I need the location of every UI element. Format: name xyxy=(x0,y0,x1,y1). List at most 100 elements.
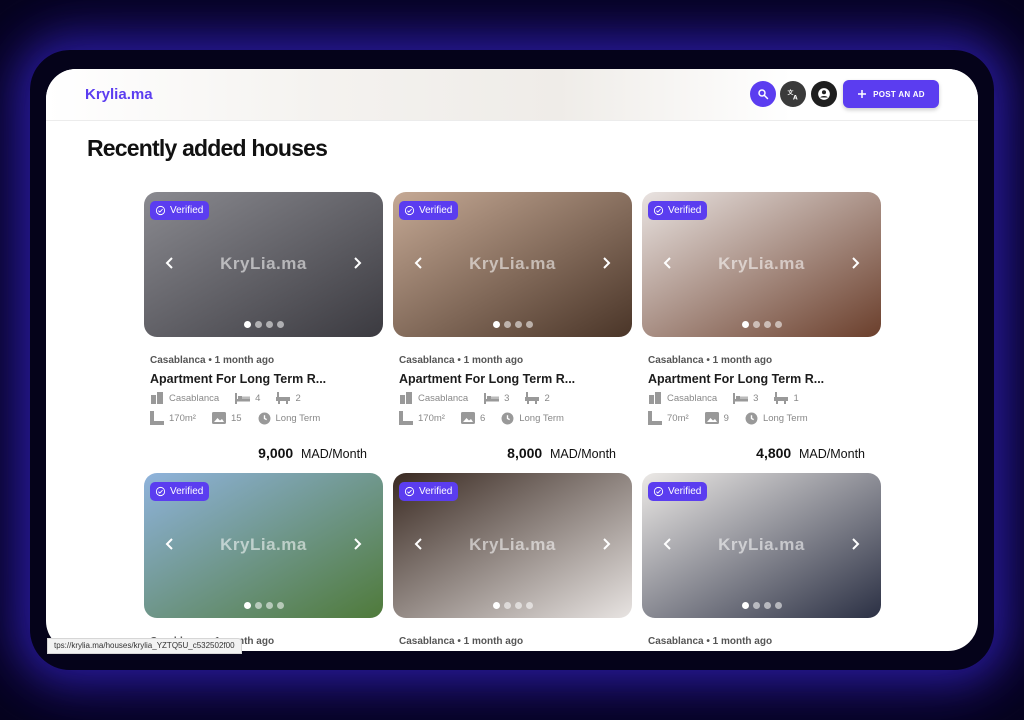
verified-badge: Verified xyxy=(648,201,708,220)
listing-photo[interactable]: Verified KryLia.ma xyxy=(642,192,881,337)
carousel-dot[interactable] xyxy=(276,321,284,328)
next-photo-arrow[interactable] xyxy=(851,256,861,275)
listing-area: 70m² xyxy=(667,412,689,424)
clock-icon xyxy=(501,412,514,424)
account-button[interactable] xyxy=(811,81,837,107)
ruler-icon xyxy=(399,411,413,425)
listing-card[interactable]: VerifiedKryLia.maCasablanca • 1 month ag… xyxy=(144,192,383,461)
language-button[interactable]: 文A xyxy=(780,81,806,107)
price-amount: 9,000 xyxy=(258,445,294,461)
price-amount: 4,800 xyxy=(756,445,792,461)
carousel-dot[interactable] xyxy=(525,602,533,609)
carousel-dot[interactable] xyxy=(503,321,511,328)
clock-icon xyxy=(258,412,270,424)
listing-features-row-2: 170m² 15 Long Term xyxy=(150,411,320,425)
previous-photo-arrow[interactable] xyxy=(413,537,423,556)
next-photo-arrow[interactable] xyxy=(353,537,363,556)
listing-title[interactable]: Apartment For Long Term R... xyxy=(399,372,575,386)
listing-title[interactable]: Apartment For Long Term R... xyxy=(150,372,326,386)
previous-photo-arrow[interactable] xyxy=(662,537,672,556)
previous-photo-arrow[interactable] xyxy=(413,256,423,275)
next-photo-arrow[interactable] xyxy=(602,256,612,275)
bed-icon xyxy=(484,392,500,404)
carousel-dot[interactable] xyxy=(741,602,749,609)
check-circle-icon xyxy=(155,205,166,216)
listing-card[interactable]: VerifiedKryLia.maCasablanca • 1 month ag… xyxy=(642,192,881,461)
chevron-left-icon xyxy=(662,257,672,274)
carousel-dot[interactable] xyxy=(763,602,771,609)
listing-features-row-1: Casablanca 4 2 xyxy=(150,392,301,404)
photo-watermark: KryLia.ma xyxy=(718,254,805,273)
bath-icon xyxy=(276,392,291,404)
post-ad-label: POST AN AD xyxy=(873,89,925,99)
price-amount: 8,000 xyxy=(507,445,543,461)
carousel-dot[interactable] xyxy=(514,321,522,328)
next-photo-arrow[interactable] xyxy=(353,256,363,275)
carousel-dot[interactable] xyxy=(265,321,273,328)
previous-photo-arrow[interactable] xyxy=(164,256,174,275)
post-ad-button[interactable]: POST AN AD xyxy=(843,80,939,108)
listing-city: Casablanca xyxy=(418,392,469,404)
listing-area: 170m² xyxy=(169,412,196,424)
ruler-icon xyxy=(150,411,164,425)
svg-text:A: A xyxy=(792,94,797,101)
next-photo-arrow[interactable] xyxy=(602,537,612,556)
verified-label: Verified xyxy=(419,205,453,216)
listing-features-row-2: 70m² 9 Long Term xyxy=(648,411,808,425)
verified-badge: Verified xyxy=(648,482,708,501)
carousel-dot[interactable] xyxy=(243,602,251,609)
photo-watermark: KryLia.ma xyxy=(220,535,307,554)
photo-watermark: KryLia.ma xyxy=(469,535,556,554)
listing-term: Long Term xyxy=(762,412,808,424)
listing-location-time: Casablanca • 1 month ago xyxy=(648,636,773,647)
carousel-dot[interactable] xyxy=(492,321,500,328)
price-unit: MAD/Month xyxy=(550,447,616,461)
carousel-dot[interactable] xyxy=(774,321,782,328)
carousel-dot[interactable] xyxy=(752,321,760,328)
carousel-dots xyxy=(642,321,881,328)
listing-card[interactable]: VerifiedKryLia.maCasablanca • 1 month ag… xyxy=(144,473,383,647)
carousel-dots xyxy=(393,321,632,328)
carousel-dot[interactable] xyxy=(514,602,522,609)
listing-photo[interactable]: Verified KryLia.ma xyxy=(144,192,383,337)
image-icon xyxy=(460,412,475,424)
listing-title[interactable]: Apartment For Long Term R... xyxy=(648,372,824,386)
listing-photo[interactable]: Verified KryLia.ma xyxy=(393,473,632,618)
listing-photo[interactable]: Verified KryLia.ma xyxy=(642,473,881,618)
search-button[interactable] xyxy=(750,81,776,107)
carousel-dot[interactable] xyxy=(752,602,760,609)
price-unit: MAD/Month xyxy=(799,447,865,461)
listing-photo[interactable]: Verified KryLia.ma xyxy=(393,192,632,337)
carousel-dot[interactable] xyxy=(763,321,771,328)
carousel-dot[interactable] xyxy=(254,602,262,609)
carousel-dot[interactable] xyxy=(492,602,500,609)
listing-features-row-2: 170m² 6 Long Term xyxy=(399,411,564,425)
verified-label: Verified xyxy=(668,205,702,216)
carousel-dot[interactable] xyxy=(525,321,533,328)
listing-card[interactable]: VerifiedKryLia.ma Casablanca • 1 month ag… xyxy=(642,473,881,647)
previous-photo-arrow[interactable] xyxy=(164,537,174,556)
carousel-dot[interactable] xyxy=(265,602,273,609)
site-logo[interactable]: Krylia.ma xyxy=(85,86,153,103)
carousel-dot[interactable] xyxy=(243,321,251,328)
next-photo-arrow[interactable] xyxy=(851,537,861,556)
listing-card[interactable]: VerifiedKryLia.maCasablanca • 1 month ag… xyxy=(393,192,632,461)
listing-photo[interactable]: Verified KryLia.ma xyxy=(144,473,383,618)
carousel-dot[interactable] xyxy=(774,602,782,609)
carousel-dot[interactable] xyxy=(741,321,749,328)
listing-city: Casablanca xyxy=(169,392,220,404)
listing-card[interactable]: VerifiedKryLia.maCasablanca • 1 month ag… xyxy=(393,473,632,647)
carousel-dot[interactable] xyxy=(254,321,262,328)
listing-baths: 2 xyxy=(544,392,550,404)
carousel-dots xyxy=(393,602,632,609)
previous-photo-arrow[interactable] xyxy=(662,256,672,275)
building-icon xyxy=(649,392,661,404)
bed-icon xyxy=(733,392,749,404)
carousel-dot[interactable] xyxy=(276,602,284,609)
listing-beds: 3 xyxy=(753,392,759,404)
chevron-left-icon xyxy=(164,257,174,274)
listing-photo-count: 15 xyxy=(230,412,242,424)
listing-baths: 2 xyxy=(295,392,301,404)
bath-icon xyxy=(525,392,540,404)
carousel-dot[interactable] xyxy=(503,602,511,609)
